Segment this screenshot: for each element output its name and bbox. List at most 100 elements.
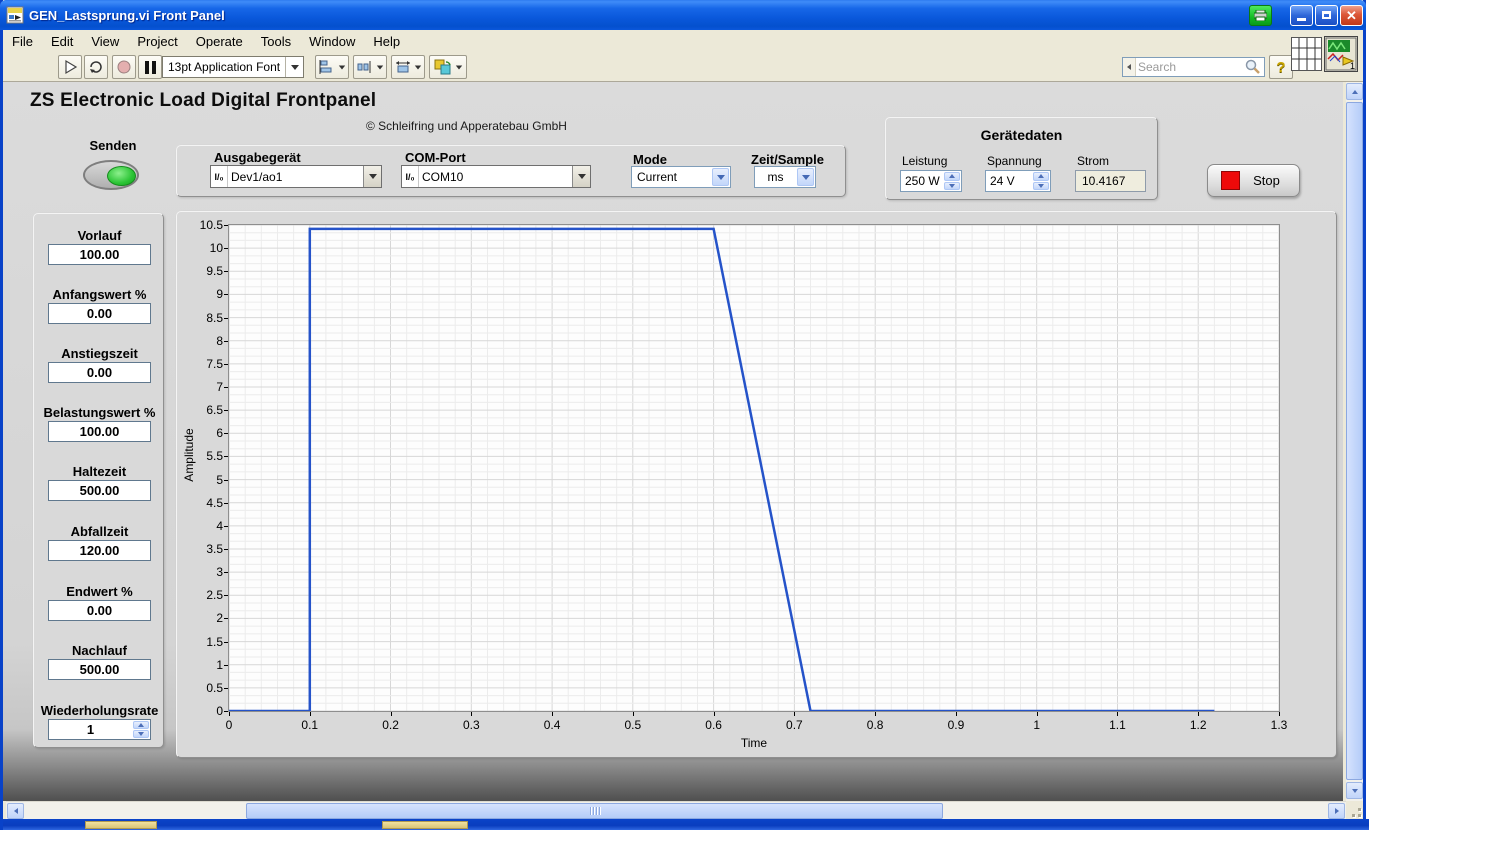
help-icon: ? xyxy=(1276,58,1286,76)
spannung-value: 24 V xyxy=(990,174,1015,188)
param-label: Endwert % xyxy=(66,584,133,599)
spinner-up-icon xyxy=(1033,172,1049,181)
font-selector-dropdown[interactable] xyxy=(285,57,303,77)
chevron-down-icon xyxy=(338,65,345,69)
ausgabegeraet-combo[interactable]: I/₀ Dev1/ao1 xyxy=(210,165,382,188)
leistung-value: 250 W xyxy=(905,174,940,188)
chevron-left-icon xyxy=(1127,64,1131,70)
spinner-up-icon xyxy=(133,721,149,729)
vi-document-icon xyxy=(6,6,24,24)
zeit-sample-label: Zeit/Sample xyxy=(751,152,824,167)
com-port-combo[interactable]: I/₀ COM10 xyxy=(401,165,591,188)
menu-file[interactable]: File xyxy=(3,32,42,51)
param-input[interactable]: 0.00 xyxy=(48,362,151,383)
spannung-field[interactable]: 24 V xyxy=(985,170,1051,192)
menu-operate[interactable]: Operate xyxy=(187,32,252,51)
param-input[interactable]: 0.00 xyxy=(48,303,151,324)
menu-project[interactable]: Project xyxy=(128,32,186,51)
mode-combo[interactable]: Current xyxy=(631,166,731,188)
leistung-spinner[interactable] xyxy=(944,172,960,190)
resize-objects-button[interactable] xyxy=(391,55,425,79)
scroll-up-button[interactable] xyxy=(1346,83,1363,100)
scroll-down-button[interactable] xyxy=(1346,782,1363,799)
abort-button[interactable] xyxy=(112,55,136,79)
font-selector[interactable]: 13pt Application Font xyxy=(162,56,304,78)
horizontal-scroll-thumb[interactable] xyxy=(246,803,943,819)
alignment-grid-icon[interactable] xyxy=(1291,37,1322,71)
menu-window[interactable]: Window xyxy=(300,32,364,51)
y-tick-label: 6.5 xyxy=(206,403,223,418)
toolbar: 13pt Application Font ? xyxy=(3,36,1363,82)
spannung-spinner[interactable] xyxy=(1033,172,1049,190)
geraetedaten-group: Gerätedaten Leistung 250 W Spannung 24 V… xyxy=(885,117,1158,200)
param-input[interactable]: 0.00 xyxy=(48,600,151,621)
run-continuous-button[interactable] xyxy=(84,55,108,79)
align-objects-button[interactable] xyxy=(315,55,349,79)
param-label: Vorlauf xyxy=(77,228,122,243)
chevron-down-icon xyxy=(577,174,586,179)
minimize-button[interactable] xyxy=(1290,4,1313,26)
vi-icon[interactable]: 1 xyxy=(1324,36,1358,72)
senden-button[interactable] xyxy=(83,160,139,190)
labview-window: GEN_Lastsprung.vi Front Panel ✕ File Edi… xyxy=(0,0,1369,830)
stop-button[interactable]: Stop xyxy=(1207,164,1300,197)
waveform-chart: Amplitude 0 0.5 1 1.5 2 2.5 3 3.5 4 4.5 5 5.5 6 6.5 7 7… xyxy=(176,211,1337,758)
param-label: Nachlauf xyxy=(72,643,127,658)
param-wiederholungsrate: Wiederholungsrate 1 xyxy=(34,703,165,740)
y-tick-label: 3.5 xyxy=(206,542,223,556)
arrow-down-icon xyxy=(1351,788,1358,793)
print-button[interactable] xyxy=(1249,4,1272,26)
chevron-down-icon xyxy=(368,174,377,179)
menu-help[interactable]: Help xyxy=(364,32,409,51)
param-haltezeit: Haltezeit 500.00 xyxy=(34,464,165,501)
x-axis-label: Time xyxy=(740,736,768,750)
distribute-objects-button[interactable] xyxy=(353,55,387,79)
horizontal-scrollbar[interactable] xyxy=(6,801,1346,819)
menu-edit[interactable]: Edit xyxy=(42,32,82,51)
param-input[interactable]: 500.00 xyxy=(48,659,151,680)
search-history-toggle[interactable] xyxy=(1123,58,1136,76)
resize-grip[interactable] xyxy=(1346,801,1363,819)
zeit-sample-combo[interactable]: ms xyxy=(754,166,816,188)
zeit-sample-dropdown[interactable] xyxy=(797,168,814,186)
param-input[interactable]: 1 xyxy=(48,719,151,740)
param-input[interactable]: 100.00 xyxy=(48,244,151,265)
vertical-scroll-thumb[interactable] xyxy=(1346,102,1363,780)
spinner-down-icon xyxy=(944,181,960,190)
run-button[interactable] xyxy=(58,55,82,79)
param-input[interactable]: 100.00 xyxy=(48,421,151,442)
search-box[interactable] xyxy=(1122,57,1265,77)
titlebar[interactable]: GEN_Lastsprung.vi Front Panel ✕ xyxy=(0,0,1366,30)
close-button[interactable]: ✕ xyxy=(1340,4,1363,26)
com-port-dropdown[interactable] xyxy=(572,166,590,187)
context-help-button[interactable]: ? xyxy=(1269,55,1293,79)
param-input[interactable]: 120.00 xyxy=(48,540,151,561)
menu-view[interactable]: View xyxy=(82,32,128,51)
param-input[interactable]: 500.00 xyxy=(48,480,151,501)
wiederholungsrate-spinner[interactable] xyxy=(133,721,149,738)
ausgabegeraet-value: Dev1/ao1 xyxy=(231,169,283,184)
pause-icon xyxy=(144,60,156,74)
font-selector-value: 13pt Application Font xyxy=(168,60,281,74)
leistung-field[interactable]: 250 W xyxy=(900,170,962,192)
param-label: Abfallzeit xyxy=(70,524,129,539)
maximize-button[interactable] xyxy=(1315,4,1338,26)
led-on-icon xyxy=(107,166,136,186)
y-tick-label: 2.5 xyxy=(206,588,223,603)
background-window-fragment xyxy=(382,821,468,829)
search-input[interactable] xyxy=(1136,59,1244,75)
pause-button[interactable] xyxy=(138,55,162,79)
spinner-up-icon xyxy=(944,172,960,181)
resize-objects-icon xyxy=(395,61,410,73)
chevron-down-icon xyxy=(716,174,725,180)
chevron-down-icon xyxy=(414,65,421,69)
vertical-scrollbar[interactable] xyxy=(1346,82,1363,801)
scroll-left-button[interactable] xyxy=(7,803,24,819)
menu-tools[interactable]: Tools xyxy=(252,32,300,51)
copyright-text: © Schleifring und Apperatebau GmbH xyxy=(366,119,567,133)
mode-dropdown[interactable] xyxy=(712,168,729,186)
reorder-objects-button[interactable] xyxy=(429,55,467,79)
scroll-right-button[interactable] xyxy=(1328,803,1345,819)
distribute-objects-icon xyxy=(357,61,370,73)
ausgabegeraet-dropdown[interactable] xyxy=(363,166,381,187)
